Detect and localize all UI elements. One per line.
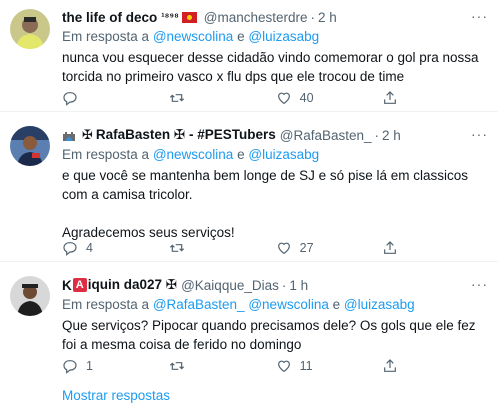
reply-icon xyxy=(63,92,77,106)
handle[interactable]: @Kaiqque_Dias xyxy=(181,278,279,293)
letter-a-emoji-icon: A xyxy=(72,278,87,292)
reply-icon xyxy=(63,242,77,256)
reply-button[interactable]: 1 xyxy=(62,356,169,376)
retweet-button[interactable] xyxy=(169,238,276,258)
more-icon[interactable]: ··· xyxy=(471,126,488,142)
mention-joiner: e xyxy=(237,147,245,162)
timestamp[interactable]: 2 h xyxy=(382,128,401,143)
reply-to: Em resposta a @newscolina e @luizasabg xyxy=(62,28,490,46)
avatar[interactable] xyxy=(10,9,50,49)
tweet-2[interactable]: ✠ RafaBasten ✠ - #PESTubers @RafaBasten_… xyxy=(0,112,498,262)
avatar[interactable] xyxy=(10,126,50,166)
tweet-text: e que você se mantenha bem longe de SJ e… xyxy=(62,168,468,240)
retweet-icon xyxy=(169,244,184,252)
separator-dot: · xyxy=(281,277,287,293)
reply-to-label: Em resposta a xyxy=(62,147,150,162)
reply-button[interactable] xyxy=(62,88,169,108)
retweet-icon xyxy=(169,94,184,102)
name-suffix: ¹⁸⁹⁸ xyxy=(161,11,179,23)
share-button[interactable] xyxy=(382,88,422,108)
handle[interactable]: @manchesterdre xyxy=(204,10,308,25)
like-button[interactable]: 27 xyxy=(276,238,383,258)
reply-to: Em resposta a @newscolina e @luizasabg xyxy=(62,146,490,164)
mention-joiner: e xyxy=(237,29,245,44)
tweet-header: K A iquin da027 ✠ @Kaiqque_Dias · 1 h xyxy=(62,276,490,294)
more-icon[interactable]: ··· xyxy=(471,8,488,24)
tweet-header: the life of deco ¹⁸⁹⁸ @manchesterdre · 2… xyxy=(62,8,490,26)
retweet-button[interactable] xyxy=(169,356,276,376)
timestamp[interactable]: 2 h xyxy=(318,10,337,25)
share-icon xyxy=(384,359,397,372)
reply-icon xyxy=(63,360,77,374)
separator-dot: · xyxy=(310,9,316,25)
handle[interactable]: @RafaBasten_ xyxy=(280,128,372,143)
like-icon xyxy=(277,242,290,255)
mention-link[interactable]: @newscolina xyxy=(153,147,234,162)
tweet-text: nunca vou esquecer desse cidadão vindo c… xyxy=(62,50,483,84)
mention-link[interactable]: @newscolina xyxy=(248,297,329,312)
reply-count: 4 xyxy=(86,241,93,255)
mention-link[interactable]: @luizasabg xyxy=(248,29,319,44)
action-bar: 1 11 xyxy=(62,356,422,376)
retweet-button[interactable] xyxy=(169,88,276,108)
castle-icon xyxy=(63,132,75,141)
tweet-text: Que serviços? Pipocar quando precisamos … xyxy=(62,318,480,352)
share-button[interactable] xyxy=(382,238,422,258)
display-name[interactable]: iquin da027 ✠ xyxy=(88,277,177,293)
retweet-icon xyxy=(169,362,184,370)
reply-to: Em resposta a @RafaBasten_ @newscolina e… xyxy=(62,296,490,314)
reply-to-label: Em resposta a xyxy=(62,297,150,312)
like-icon xyxy=(277,360,290,373)
mention-link[interactable]: @RafaBasten_ xyxy=(153,297,245,312)
display-name[interactable]: RafaBasten ✠ - #PESTubers xyxy=(96,127,276,143)
name-prefix-icon: ✠ xyxy=(82,127,93,142)
display-name[interactable]: the life of deco xyxy=(62,10,157,25)
share-icon xyxy=(384,91,397,104)
like-button[interactable]: 11 xyxy=(276,356,383,376)
timestamp[interactable]: 1 h xyxy=(289,278,308,293)
action-bar: 4 27 xyxy=(62,238,422,258)
like-count: 40 xyxy=(299,91,314,105)
share-icon xyxy=(384,241,397,254)
tweet-3[interactable]: K A iquin da027 ✠ @Kaiqque_Dias · 1 h ··… xyxy=(0,262,498,380)
mention-joiner: e xyxy=(332,297,341,312)
like-button[interactable]: 40 xyxy=(276,88,383,108)
display-name-start[interactable]: K xyxy=(62,278,72,293)
mention-link[interactable]: @luizasabg xyxy=(344,297,415,312)
like-icon xyxy=(277,92,290,105)
reply-count: 1 xyxy=(86,359,93,373)
separator-dot: · xyxy=(374,127,380,143)
share-button[interactable] xyxy=(382,356,422,376)
tweet-header: ✠ RafaBasten ✠ - #PESTubers @RafaBasten_… xyxy=(62,126,490,144)
reply-to-label: Em resposta a xyxy=(62,29,150,44)
show-replies-link[interactable]: Mostrar respostas xyxy=(62,388,170,403)
more-icon[interactable]: ··· xyxy=(471,276,488,292)
like-count: 27 xyxy=(299,241,314,255)
mention-link[interactable]: @luizasabg xyxy=(248,147,319,162)
action-bar: 40 xyxy=(62,88,422,108)
like-count: 11 xyxy=(299,359,313,373)
avatar[interactable] xyxy=(10,276,50,316)
tweet-1[interactable]: the life of deco ¹⁸⁹⁸ @manchesterdre · 2… xyxy=(0,0,498,112)
flag-icon xyxy=(181,11,197,23)
mention-link[interactable]: @newscolina xyxy=(153,29,234,44)
reply-button[interactable]: 4 xyxy=(62,238,169,258)
